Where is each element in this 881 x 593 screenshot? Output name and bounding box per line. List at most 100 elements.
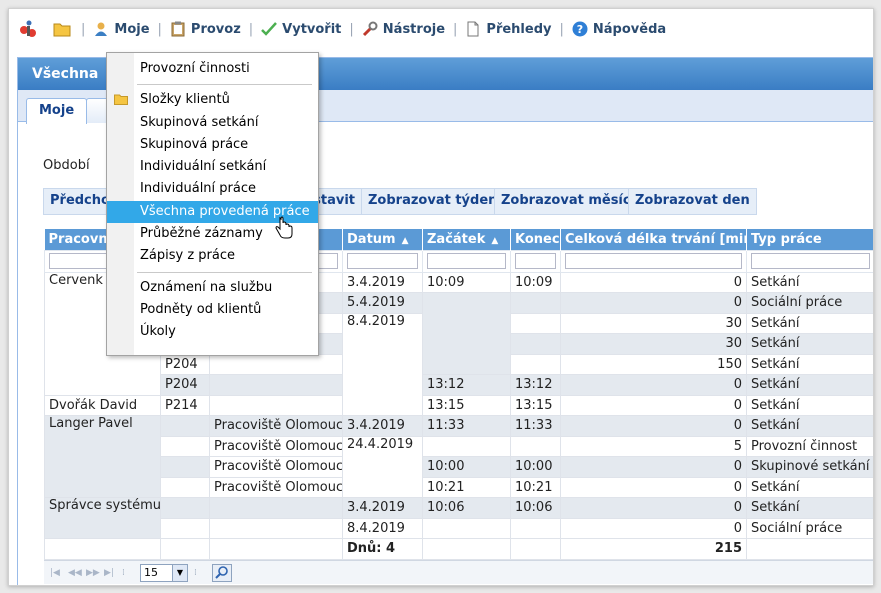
page-size-select[interactable]: 15 ▼: [140, 563, 188, 582]
cell-duration: 0: [560, 394, 747, 416]
menu-prehledy[interactable]: Přehledy: [465, 21, 552, 37]
column-header-date[interactable]: Datum ▲: [342, 229, 423, 250]
menu-item-provozni-cinnosti[interactable]: Provozní činnosti: [107, 58, 318, 80]
cell-place: [209, 394, 343, 416]
cell-type: Setkání: [746, 476, 873, 498]
filter-end-input[interactable]: [515, 252, 556, 269]
menu-item-slozky-klientu[interactable]: Složky klientů: [107, 89, 318, 111]
cell-worker: Správce systému: [44, 497, 161, 539]
cell-end: [510, 517, 561, 539]
cell-type: Setkání: [746, 374, 873, 396]
menu-napoveda-label: Nápověda: [592, 21, 667, 37]
prev-page-icon[interactable]: ◀◀: [68, 568, 82, 578]
menu-prehledy-label: Přehledy: [486, 21, 552, 37]
menu-item-skupinova-prace[interactable]: Skupinová práce: [107, 134, 318, 156]
menu-item-ukoly[interactable]: Úkoly: [107, 321, 318, 343]
cell-date: 8.4.2019: [342, 312, 423, 416]
menu-nastroje[interactable]: Nástroje: [362, 21, 445, 37]
cell-start: 10:21: [422, 476, 511, 498]
wrench-icon: [362, 21, 378, 37]
cell-place: [209, 353, 343, 375]
column-header-end[interactable]: Konec: [510, 229, 561, 250]
menu-napoveda[interactable]: ? Nápověda: [572, 21, 666, 37]
table-row[interactable]: Správce systému 3.4.2019 10:06 10:06 0 S…: [44, 497, 873, 539]
menu-vytvorit[interactable]: Vytvořit: [261, 21, 341, 37]
menu-separator: |: [349, 21, 354, 37]
menu-bar: | Moje | Provoz | Vytvořit | Nástroje | …: [9, 9, 873, 49]
menu-item-skupinova-setkani[interactable]: Skupinová setkání: [107, 112, 318, 134]
cell-end: [510, 333, 561, 355]
cell-client: [160, 415, 210, 437]
column-header-type[interactable]: Typ práce: [746, 229, 873, 250]
period-label: Období: [43, 158, 90, 173]
svg-text:?: ?: [577, 23, 583, 36]
cell-date: 8.4.2019: [342, 517, 423, 539]
cell-client: P204: [160, 353, 210, 375]
cell-place: Pracoviště Olomouc: [209, 456, 343, 478]
column-header-duration[interactable]: Celková délka trvání [min]: [560, 229, 747, 250]
table-row[interactable]: Dvořák David P214 13:15 13:15 0 Setkání: [44, 394, 873, 416]
total-days: Dnů: 4: [342, 538, 423, 560]
table-row[interactable]: 8.4.2019 0 Sociální práce: [45, 517, 873, 539]
menu-item-zapisy-z-prace[interactable]: Zápisy z práce: [107, 245, 318, 267]
menu-item-individualni-setkani[interactable]: Individuální setkání: [107, 156, 318, 178]
table-row[interactable]: P204 13:12 13:12 0 Setkání: [45, 374, 873, 396]
menu-provoz[interactable]: Provoz: [170, 21, 241, 37]
menu-item-individualni-prace[interactable]: Individuální práce: [107, 178, 318, 200]
pager-divider-icon: ⁞: [194, 567, 197, 578]
filter-date-input[interactable]: [347, 252, 418, 269]
column-header-date-label: Datum: [347, 231, 396, 247]
app-logo-icon[interactable]: [17, 18, 39, 40]
filter-duration-input[interactable]: [565, 252, 742, 269]
cell-start: 10:00: [422, 456, 511, 478]
show-month-button[interactable]: Zobrazovat měsíc: [494, 188, 638, 215]
page-size-value: 15: [144, 565, 158, 579]
cell-start: 13:15: [422, 394, 511, 416]
table-row[interactable]: Pracoviště Olomouc 10:00 10:00 0 Skupino…: [45, 456, 873, 478]
menu-separator: |: [157, 21, 162, 37]
moje-dropdown-menu: Provozní činnosti Složky klientů Skupino…: [106, 52, 319, 356]
cell-type: Setkání: [746, 333, 873, 355]
sort-asc-icon: ▲: [491, 235, 499, 246]
cell-start: [422, 517, 511, 539]
chevron-down-icon: ▼: [172, 564, 187, 581]
total-duration: 215: [560, 538, 747, 560]
cell-type: Skupinové setkání: [746, 456, 873, 478]
cell-client: [160, 497, 210, 519]
cell-end: [510, 312, 561, 334]
cell-type: Setkání: [746, 271, 873, 293]
cell-duration: 150: [560, 353, 747, 375]
table-row[interactable]: Langer Pavel Pracoviště Olomouc 3.4.2019…: [44, 415, 873, 498]
cell-place: [209, 517, 343, 539]
cell-duration: 0: [560, 456, 747, 478]
cell-duration: 0: [560, 476, 747, 498]
first-page-icon[interactable]: |◀: [50, 568, 62, 578]
search-button[interactable]: [212, 563, 232, 582]
filter-type-input[interactable]: [751, 252, 870, 269]
tab-moje[interactable]: Moje: [26, 98, 88, 124]
column-header-start[interactable]: Začátek ▲: [422, 229, 511, 250]
pager-toolbar: |◀ ◀◀ ▶▶ ▶| ⁞ 15 ▼ ⁞: [44, 560, 873, 584]
cell-duration: 0: [560, 374, 747, 396]
cell-date: 3.4.2019: [342, 415, 423, 437]
table-row[interactable]: Pracoviště Olomouc 24.4.2019 5 Provozní …: [45, 435, 873, 498]
show-week-button[interactable]: Zobrazovat týden: [361, 188, 505, 215]
folder-icon[interactable]: [53, 21, 71, 37]
menu-item-podnety-od-klientu[interactable]: Podněty od klientů: [107, 299, 318, 321]
cell-duration: 0: [560, 497, 747, 519]
last-page-icon[interactable]: ▶|: [104, 568, 116, 578]
menu-item-oznameni-na-sluzbu[interactable]: Oznámení na službu: [107, 277, 318, 299]
menu-nastroje-label: Nástroje: [382, 21, 446, 37]
cell-type: Setkání: [746, 394, 873, 416]
show-day-button[interactable]: Zobrazovat den: [628, 188, 757, 215]
column-header-start-label: Začátek: [427, 231, 486, 247]
cell-place: [209, 374, 343, 396]
next-page-icon[interactable]: ▶▶: [86, 568, 100, 578]
menu-moje[interactable]: Moje: [93, 21, 150, 37]
table-row[interactable]: Pracoviště Olomouc 10:21 10:21 0 Setkání: [45, 476, 873, 498]
cell-duration: 0: [560, 292, 747, 314]
cell-start: 11:33: [422, 415, 511, 437]
filter-start-input[interactable]: [427, 252, 506, 269]
cell-type: Setkání: [746, 497, 873, 519]
cell-place: Pracoviště Olomouc: [209, 435, 343, 457]
